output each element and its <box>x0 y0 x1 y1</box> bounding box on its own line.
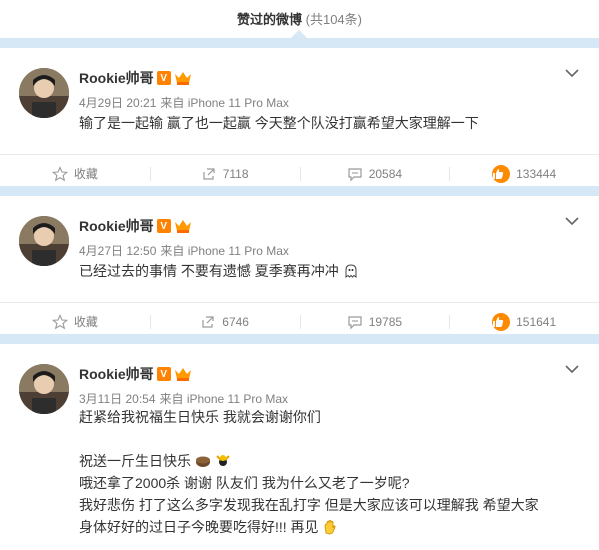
like-button[interactable]: 133444 <box>449 155 599 192</box>
author-name[interactable]: Rookie帅哥 <box>79 364 154 384</box>
post-line: 我好悲伤 打了这么多字发现我在乱打字 但是大家应该可以理解我 希望大家 <box>79 494 579 516</box>
favorite-button[interactable]: 收藏 <box>0 155 150 192</box>
post-line-text: 我好悲伤 打了这么多字发现我在乱打字 但是大家应该可以理解我 希望大家 <box>79 497 539 513</box>
repost-icon <box>202 315 214 328</box>
post-line: 祝送一斤生日快乐 <box>79 450 579 472</box>
post-line: 哦还拿了2000杀 谢谢 队友们 我为什么又老了一岁呢? <box>79 475 410 491</box>
comment-icon <box>348 315 362 329</box>
comment-button[interactable]: 19785 <box>299 303 450 340</box>
comment-button[interactable]: 20584 <box>299 155 450 192</box>
wave-emoji-icon <box>325 519 336 535</box>
post-time[interactable]: 4月29日 20:21 <box>79 96 156 110</box>
author-row: Rookie帅哥 V <box>79 365 192 383</box>
post-line-text: 身体好好的过日子今晚要吃得好!!! 再见 <box>79 519 319 535</box>
verified-badge-icon: V <box>156 219 171 233</box>
star-icon <box>51 165 68 181</box>
post-card: Rookie帅哥 V 4月29日 20:21 来自 iPhone 11 Pro M… <box>0 48 599 186</box>
author-row: Rookie帅哥 V <box>79 217 192 235</box>
vip-crown-icon <box>174 220 191 233</box>
post-time[interactable]: 4月27日 12:50 <box>79 244 156 258</box>
ghost-emoji-icon <box>345 264 357 278</box>
thumbs-up-icon <box>492 164 511 183</box>
avatar[interactable] <box>19 68 69 118</box>
post-line-text: 已经过去的事情 不要有遗憾 夏季赛再冲冲 <box>79 263 339 279</box>
repost-count: 6746 <box>222 314 249 329</box>
post-card: Rookie帅哥 V 4月27日 12:50 来自 iPhone 11 Pro M… <box>0 196 599 334</box>
repost-icon <box>203 167 215 180</box>
tab-caret <box>291 30 307 38</box>
post-text: 赶紧给我祝福生日快乐 我就会谢谢你们 祝送一斤生日快乐 哦还拿了2000杀 谢谢… <box>79 406 579 538</box>
comment-count: 20584 <box>368 166 403 181</box>
post-text: 已经过去的事情 不要有遗憾 夏季赛再冲冲 <box>79 260 579 282</box>
comment-icon <box>348 167 362 181</box>
chevron-down-icon[interactable] <box>565 216 579 226</box>
cheer-emoji-icon <box>216 455 230 466</box>
vip-crown-icon <box>174 368 191 381</box>
verified-badge-icon: V <box>156 367 171 381</box>
star-icon <box>51 313 68 329</box>
repost-button[interactable]: 7118 <box>149 155 300 192</box>
repost-count: 7118 <box>222 166 249 181</box>
post-line: 输了是一起输 赢了也一起赢 今天整个队没打赢希望大家理解一下 <box>79 115 479 131</box>
verified-badge-icon: V <box>156 71 171 85</box>
action-bar: 收藏 7118 20584 133444 <box>0 154 599 192</box>
page-title: 赞过的微博 (共104条) <box>0 9 599 28</box>
favorite-button[interactable]: 收藏 <box>0 303 150 340</box>
like-count: 133444 <box>516 166 557 181</box>
repost-button[interactable]: 6746 <box>149 303 300 340</box>
favorite-label: 收藏 <box>73 167 98 181</box>
author-name[interactable]: Rookie帅哥 <box>79 216 154 236</box>
post-line: 身体好好的过日子今晚要吃得好!!! 再见 <box>79 516 579 538</box>
post-line: 赶紧给我祝福生日快乐 我就会谢谢你们 <box>79 409 321 425</box>
post-line: 已经过去的事情 不要有遗憾 夏季赛再冲冲 <box>79 260 579 282</box>
avatar[interactable] <box>19 364 69 414</box>
liked-posts-title: 赞过的微博 <box>237 12 303 27</box>
thumbs-up-icon <box>492 312 511 331</box>
vip-crown-icon <box>174 72 191 85</box>
favorite-label: 收藏 <box>73 315 98 329</box>
post-meta: 4月27日 12:50 来自 iPhone 11 Pro Max <box>79 242 289 259</box>
liked-posts-count: (共104条) <box>305 12 362 27</box>
page-header: 赞过的微博 (共104条) <box>0 0 599 38</box>
post-card: Rookie帅哥 V 3月11日 20:54 来自 iPhone 11 Pro M… <box>0 344 599 550</box>
action-bar: 收藏 6746 19785 151641 <box>0 302 599 340</box>
post-line-blank <box>79 428 579 450</box>
separator <box>0 38 599 48</box>
post-source: 来自 iPhone 11 Pro Max <box>160 244 289 258</box>
cake-emoji-icon <box>195 456 210 467</box>
avatar[interactable] <box>19 216 69 266</box>
like-count: 151641 <box>516 314 557 329</box>
post-line-text: 祝送一斤生日快乐 <box>79 453 191 469</box>
comment-count: 19785 <box>368 314 403 329</box>
post-source: 来自 iPhone 11 Pro Max <box>160 96 289 110</box>
author-row: Rookie帅哥 V <box>79 69 192 87</box>
post-meta: 3月11日 20:54 来自 iPhone 11 Pro Max <box>79 390 288 407</box>
author-name[interactable]: Rookie帅哥 <box>79 68 154 88</box>
post-meta: 4月29日 20:21 来自 iPhone 11 Pro Max <box>79 94 289 111</box>
post-time[interactable]: 3月11日 20:54 <box>79 392 156 406</box>
like-button[interactable]: 151641 <box>449 303 599 340</box>
post-text: 输了是一起输 赢了也一起赢 今天整个队没打赢希望大家理解一下 <box>79 112 579 134</box>
post-source: 来自 iPhone 11 Pro Max <box>159 392 289 406</box>
chevron-down-icon[interactable] <box>565 68 579 78</box>
chevron-down-icon[interactable] <box>565 364 579 374</box>
